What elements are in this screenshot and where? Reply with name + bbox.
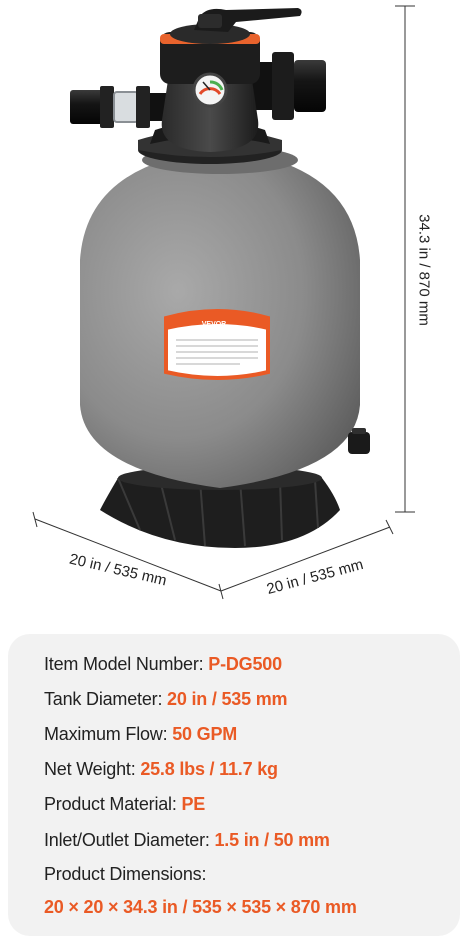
spec-value: 25.8 lbs / 11.7 kg [140,759,278,779]
pressure-gauge [192,72,228,108]
product-label-sticker: VEVOR [164,309,270,380]
inlet-pipe-left [70,86,178,128]
height-dimension-line [395,5,415,513]
spec-value: 1.5 in / 50 mm [214,830,330,850]
spec-value: 50 GPM [172,724,238,744]
spec-label: Product Dimensions: [44,864,207,884]
spec-net-weight: Net Weight: 25.8 lbs / 11.7 kg [44,759,278,780]
sticker-brand-text: VEVOR [202,321,227,328]
spec-label: Maximum Flow: [44,724,173,744]
spec-value: 20 × 20 × 34.3 in / 535 × 535 × 870 mm [44,897,357,917]
sand-filter-illustration: VEVOR [32,5,415,600]
spec-tank-diameter: Tank Diameter: 20 in / 535 mm [44,689,288,710]
spec-value: PE [181,794,206,814]
spec-label: Tank Diameter: [44,689,168,709]
spec-label: Product Material: [44,794,182,814]
spec-value: 20 in / 535 mm [167,689,288,709]
drain-plug [348,428,370,454]
spec-label: Inlet/Outlet Diameter: [44,830,215,850]
spec-product-dimensions-value: 20 × 20 × 34.3 in / 535 × 535 × 870 mm [44,897,357,918]
spec-label: Net Weight: [44,759,141,779]
height-dimension-label: 34.3 in / 870 mm [415,214,433,326]
spec-maximum-flow: Maximum Flow: 50 GPM [44,724,237,745]
spec-model-number: Item Model Number: P-DG500 [44,654,282,675]
spec-label: Item Model Number: [44,654,209,674]
spec-product-dimensions-heading: Product Dimensions: [44,864,206,885]
spec-inlet-outlet-diameter: Inlet/Outlet Diameter: 1.5 in / 50 mm [44,830,330,851]
multiport-valve [160,24,260,152]
spec-card: Item Model Number: P-DG500 Tank Diameter… [8,634,460,936]
product-image-area: VEVOR 34.3 in / 870 mm 20 in / 535 mm 20… [0,0,464,632]
valve-handle [194,8,302,32]
spec-product-material: Product Material: PE [44,794,205,815]
spec-value: P-DG500 [208,654,282,674]
